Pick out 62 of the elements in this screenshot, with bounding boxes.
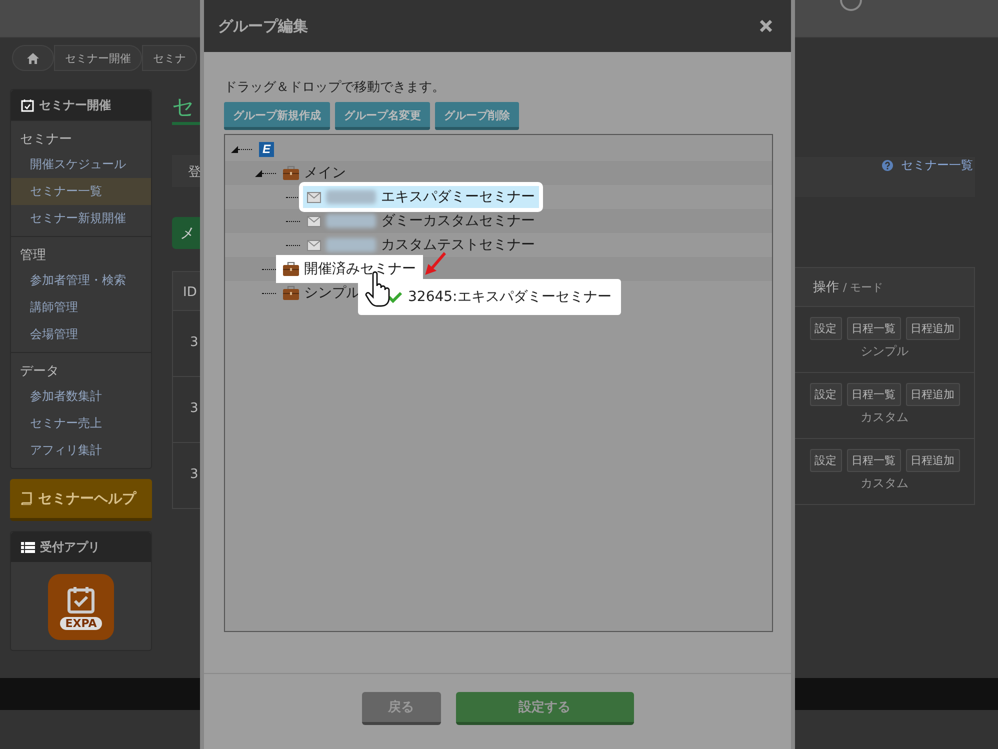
sidebar-item[interactable]: 会場管理 [11, 321, 151, 348]
tree-item-label[interactable]: カスタムテストセミナー [381, 236, 535, 254]
calendar-icon [21, 98, 34, 112]
column-subheader: / モード [843, 280, 884, 294]
sidebar-item[interactable]: 開催スケジュール [11, 151, 151, 178]
close-icon[interactable] [759, 19, 773, 33]
breadcrumb-link[interactable]: セミナ [142, 45, 197, 71]
menu-group-label: 管理 [19, 247, 47, 265]
tree-item-label[interactable]: エキスパダミーセミナー [381, 188, 535, 206]
sidebar-item[interactable]: アフィリ集計 [11, 437, 151, 464]
envelope-icon [307, 216, 321, 226]
mode-label: カスタム [860, 409, 908, 426]
expand-toggle-icon[interactable] [255, 170, 262, 176]
sidebar-item[interactable]: 参加者数集計 [11, 383, 151, 410]
menu-group-label: データ [19, 363, 60, 381]
blurred-id [326, 214, 376, 228]
row-action-button[interactable]: 設定 [810, 383, 842, 406]
instruction-text: ドラッグ＆ドロップで移動できます。 [224, 79, 446, 96]
home-icon [27, 52, 39, 64]
tree-node-highlight[interactable]: エキスパダミーセミナー [303, 186, 539, 208]
tree-folder-label[interactable]: メイン [304, 164, 346, 182]
sidebar-item[interactable]: 講師管理 [11, 294, 151, 321]
grid-icon [21, 542, 35, 552]
table-header: ID [172, 271, 200, 311]
row-action-button[interactable]: 日程追加 [906, 383, 960, 406]
sidebar-item[interactable]: 参加者管理・検索 [11, 267, 151, 294]
column-header: 操作 [813, 279, 839, 296]
menu-group-label: セミナー [19, 131, 73, 149]
home-link[interactable] [12, 45, 54, 71]
row-action-button[interactable]: 日程追加 [906, 449, 960, 472]
briefcase-icon [283, 262, 299, 276]
check-icon [388, 291, 402, 303]
tree-folder-label[interactable]: 開催済みセミナー [304, 260, 416, 278]
row-action-button[interactable]: 日程一覧 [846, 317, 900, 340]
briefcase-icon [283, 286, 299, 300]
mode-label: シンプル [860, 343, 908, 360]
briefcase-icon [283, 166, 299, 180]
help-button[interactable]: セミナーヘルプ [10, 479, 152, 521]
sidebar-item[interactable]: セミナー新規開催 [11, 205, 151, 232]
action-button[interactable]: メ [172, 217, 200, 249]
tree-node-highlight[interactable]: 開催済みセミナー [279, 258, 420, 280]
blurred-id [326, 190, 376, 204]
blurred-id [326, 238, 376, 252]
dialog-title: グループ編集 [218, 16, 308, 36]
row-action-button[interactable]: 設定 [810, 449, 842, 472]
drag-helper-label: 32645:エキスパダミーセミナー [408, 288, 612, 306]
envelope-icon [307, 240, 321, 250]
envelope-icon [307, 192, 321, 202]
row-action-button[interactable]: 設定 [810, 317, 842, 340]
sidebar-title: セミナー開催 [39, 96, 111, 114]
root-logo[interactable]: E [259, 142, 274, 156]
row-action-button[interactable]: 日程一覧 [846, 449, 900, 472]
panel-title: 受付アプリ [40, 538, 100, 556]
row-action-button[interactable]: 日程一覧 [846, 383, 900, 406]
sidebar-item[interactable]: セミナー一覧 [11, 178, 151, 205]
sidebar-item[interactable]: セミナー売上 [11, 410, 151, 437]
help-icon [882, 160, 893, 171]
app-logo[interactable]: EXPA [48, 574, 114, 640]
row-action-button[interactable]: 日程追加 [906, 317, 960, 340]
breadcrumb-link[interactable]: セミナー開催 [54, 45, 142, 71]
mode-label: カスタム [860, 475, 908, 492]
expand-toggle-icon[interactable] [231, 146, 238, 152]
